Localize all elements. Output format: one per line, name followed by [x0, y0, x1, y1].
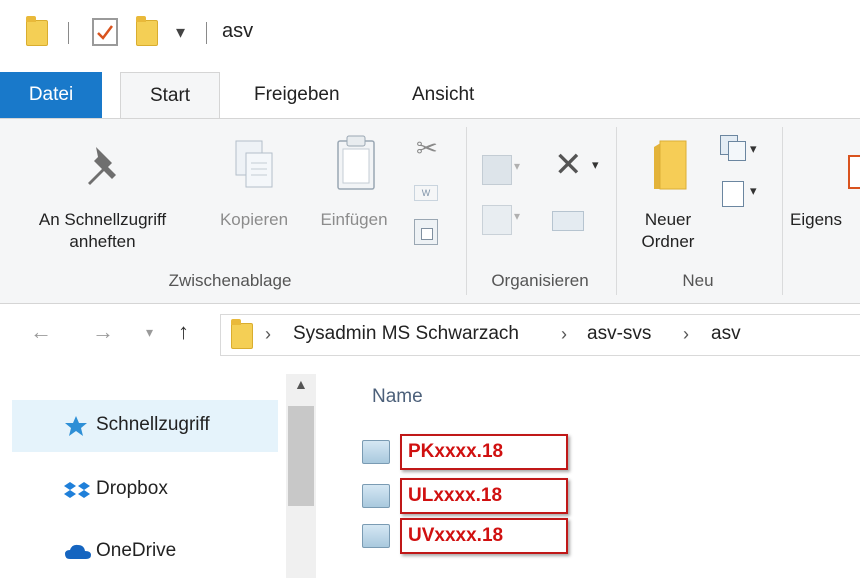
copy-button[interactable]: Kopieren: [206, 119, 302, 269]
separator: [206, 22, 207, 44]
move-to-dropdown-icon[interactable]: ▾: [514, 159, 520, 173]
scrollbar-thumb[interactable]: [288, 406, 314, 506]
paste-label: Einfügen: [320, 210, 388, 229]
pin-label-line2: anheften: [69, 232, 136, 251]
file-name: PKxxxx.18: [408, 441, 504, 462]
copy-icon: [235, 140, 273, 188]
tab-start[interactable]: Start: [120, 72, 220, 118]
nav-item-quick-access[interactable]: Schnellzugriff: [12, 400, 278, 452]
tab-ansicht[interactable]: Ansicht: [412, 72, 474, 118]
pin-label-line1: An Schnellzugriff: [38, 210, 167, 229]
file-highlight-box: UVxxxx.18: [400, 518, 568, 554]
breadcrumb-item[interactable]: asv: [711, 323, 741, 345]
new-folder-label-line2: Ordner: [641, 232, 695, 251]
tab-datei[interactable]: Datei: [0, 72, 102, 118]
properties-button[interactable]: Eigens: [786, 119, 860, 269]
up-arrow-icon[interactable]: ↑: [178, 319, 189, 345]
easy-access-dropdown-icon[interactable]: ▾: [750, 183, 757, 199]
file-highlight-box: PKxxxx.18: [400, 434, 568, 470]
chevron-right-icon: ›: [683, 324, 689, 344]
copy-to-icon[interactable]: [482, 205, 512, 235]
cut-icon[interactable]: ✂: [416, 133, 438, 164]
recent-locations-icon[interactable]: ▾: [146, 324, 153, 341]
nav-item-label: Dropbox: [96, 478, 168, 499]
new-folder-icon: [654, 140, 687, 190]
chevron-right-icon: ›: [561, 324, 567, 344]
nav-item-dropbox[interactable]: Dropbox: [12, 468, 278, 514]
easy-access-icon[interactable]: [722, 181, 744, 207]
list-item[interactable]: PKxxxx.18: [362, 432, 568, 472]
breadcrumb-item[interactable]: asv-svs: [587, 323, 651, 345]
pin-icon: [88, 147, 116, 185]
new-item-icon[interactable]: [720, 135, 746, 161]
delete-icon[interactable]: ✕: [554, 145, 583, 185]
list-item[interactable]: ULxxxx.18: [362, 476, 568, 516]
paste-icon: [337, 135, 375, 190]
move-to-icon[interactable]: [482, 155, 512, 185]
nav-item-label: Schnellzugriff: [96, 414, 210, 435]
folder-icon: [231, 319, 253, 349]
list-item[interactable]: UVxxxx.18: [362, 516, 568, 556]
back-arrow-icon[interactable]: ←: [30, 319, 52, 345]
rename-icon[interactable]: [552, 211, 584, 231]
star-icon: [65, 416, 87, 436]
customize-quick-access-icon[interactable]: ▾: [176, 22, 185, 43]
cloud-icon: [65, 544, 91, 559]
pin-to-quick-access-button[interactable]: An Schnellzugriff anheften: [0, 119, 205, 269]
ribbon: An Schnellzugriff anheften Kopieren Einf…: [0, 118, 860, 304]
group-label-new: Neu: [682, 271, 714, 290]
paste-button[interactable]: Einfügen: [304, 119, 404, 269]
properties-label: Eigens: [790, 210, 842, 229]
file-highlight-box: ULxxxx.18: [400, 478, 568, 514]
file-name: UVxxxx.18: [408, 525, 504, 546]
new-folder-quick-icon[interactable]: [136, 16, 158, 46]
checkmark-icon: [97, 25, 113, 40]
group-separator: [466, 127, 467, 295]
paste-shortcut-icon[interactable]: [414, 219, 438, 245]
file-icon: [362, 524, 390, 548]
file-icon: [362, 484, 390, 508]
folder-icon: [26, 16, 48, 46]
scroll-up-icon[interactable]: ▲: [294, 376, 308, 392]
window-title: asv: [222, 20, 254, 42]
file-icon: [362, 440, 390, 464]
file-name: ULxxxx.18: [408, 485, 503, 506]
group-separator: [782, 127, 783, 295]
tab-freigeben[interactable]: Freigeben: [254, 72, 340, 118]
chevron-right-icon: ›: [265, 324, 271, 344]
group-separator: [616, 127, 617, 295]
copy-to-dropdown-icon[interactable]: ▾: [514, 209, 520, 223]
title-bar: ▾ asv: [0, 0, 860, 62]
address-bar-row: ← → ▾ ↑ › Sysadmin MS Schwarzach › asv-s…: [0, 304, 860, 366]
separator: [68, 22, 69, 44]
ribbon-tabs: Datei Start Freigeben Ansicht: [0, 72, 860, 118]
copy-label: Kopieren: [219, 210, 289, 229]
new-item-dropdown-icon[interactable]: ▾: [750, 141, 757, 157]
delete-dropdown-icon[interactable]: ▾: [592, 157, 599, 173]
copy-path-icon[interactable]: W: [414, 185, 438, 201]
address-field[interactable]: › Sysadmin MS Schwarzach › asv-svs › asv: [220, 314, 860, 356]
column-header-name[interactable]: Name: [372, 386, 423, 408]
nav-item-onedrive[interactable]: OneDrive: [12, 528, 278, 574]
group-label-clipboard: Zwischenablage: [168, 271, 292, 290]
forward-arrow-icon[interactable]: →: [92, 319, 114, 345]
dropbox-icon: [64, 482, 90, 498]
new-folder-button[interactable]: Neuer Ordner: [620, 119, 716, 269]
nav-item-label: OneDrive: [96, 540, 177, 561]
new-folder-label-line1: Neuer: [644, 210, 692, 229]
properties-icon: [848, 155, 860, 189]
properties-quick-icon[interactable]: [92, 18, 118, 46]
group-label-organize: Organisieren: [491, 271, 589, 290]
breadcrumb-item[interactable]: Sysadmin MS Schwarzach: [293, 323, 519, 345]
